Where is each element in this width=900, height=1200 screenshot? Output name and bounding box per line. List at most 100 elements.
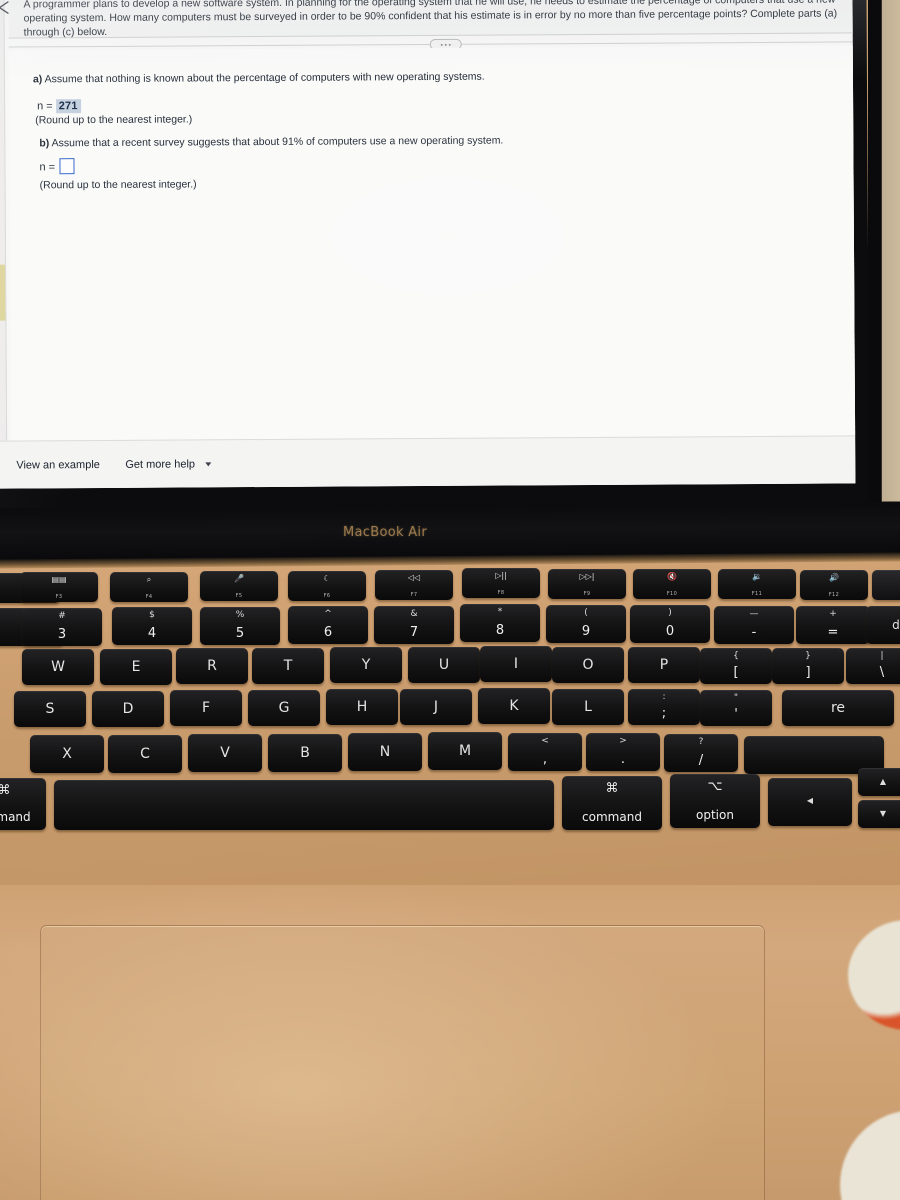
key-minus-shift-label: — xyxy=(749,608,759,619)
key-f7-rewind[interactable]: ◁◁ F7 xyxy=(375,570,453,600)
key-f12-volume-up[interactable]: 🔊 F12 xyxy=(800,569,868,600)
key-i-label: I xyxy=(513,656,519,673)
key-s[interactable]: S xyxy=(14,691,86,727)
get-more-help-link[interactable]: Get more help xyxy=(125,458,195,470)
key-arrow-left[interactable]: ◀ xyxy=(768,778,852,826)
key-comma[interactable]: <, xyxy=(508,732,582,771)
key-i[interactable]: I xyxy=(480,646,552,683)
key-3-shift-label: # xyxy=(58,610,66,621)
key-f6-do-not-disturb[interactable]: ☾ F6 xyxy=(288,570,366,601)
part-a-label: a) xyxy=(32,73,43,86)
key-f-label: F xyxy=(201,700,211,717)
key-0[interactable]: ) 0 xyxy=(630,605,710,644)
key-space[interactable] xyxy=(54,780,554,830)
key-f8-play-pause[interactable]: ▷|| F8 xyxy=(462,568,540,599)
key-bracket-right[interactable]: }] xyxy=(772,648,844,684)
key-m[interactable]: M xyxy=(428,732,502,771)
part-b-answer-row: n = xyxy=(39,158,75,175)
key-command-left[interactable]: ⌘ ommand xyxy=(0,778,46,830)
part-a-answer-field[interactable]: 271 xyxy=(55,99,81,114)
command-glyph-icon: ⌘ xyxy=(605,781,619,796)
key-3[interactable]: #3 xyxy=(22,607,102,646)
trackpad[interactable] xyxy=(40,925,765,1200)
key-b[interactable]: B xyxy=(268,733,342,772)
key-n[interactable]: N xyxy=(348,733,422,772)
key-x-label: X xyxy=(62,746,72,762)
f3-mission-control-icon: ▤▤ xyxy=(51,575,67,585)
key-k-label: K xyxy=(509,698,519,715)
key-f3-mission-control[interactable]: ▤▤ F3 xyxy=(20,572,98,603)
part-b-label: b) xyxy=(39,137,50,150)
key-w[interactable]: W xyxy=(22,649,94,685)
display: A programmer plans to develop a new soft… xyxy=(0,0,856,489)
f5-dictation-label: F5 xyxy=(235,593,243,600)
key-slash[interactable]: ? / xyxy=(664,733,738,772)
part-a-text: Assume that nothing is known about the p… xyxy=(42,70,485,86)
key-c[interactable]: C xyxy=(108,734,182,773)
key-9[interactable]: (9 xyxy=(546,604,626,643)
key-arrow-down[interactable]: ▼ xyxy=(858,800,900,828)
key-option-right[interactable]: ⌥ option xyxy=(670,774,760,828)
key-r[interactable]: R xyxy=(176,648,248,685)
key-touch-id[interactable] xyxy=(872,569,900,600)
key-g[interactable]: G xyxy=(248,689,320,726)
arrow-down-icon: ▼ xyxy=(879,809,887,818)
key-v[interactable]: V xyxy=(188,734,262,773)
key-b-label: B xyxy=(300,744,310,761)
key-d[interactable]: D xyxy=(92,690,164,727)
yellow-side-panel xyxy=(0,264,6,321)
key-g-label: G xyxy=(278,699,290,716)
key-minus[interactable]: — - xyxy=(714,605,794,644)
key-return[interactable]: re xyxy=(782,690,894,726)
key-f5-dictation[interactable]: 🎤 F5 xyxy=(200,571,278,602)
key-k[interactable]: K xyxy=(478,688,550,725)
part-b-answer-input[interactable] xyxy=(59,158,75,175)
key-equals[interactable]: + = xyxy=(796,606,870,644)
key-f[interactable]: F xyxy=(170,690,242,727)
key-f4-spotlight[interactable]: ⌕ F4 xyxy=(110,571,188,602)
key-y[interactable]: Y xyxy=(330,647,402,684)
key-6[interactable]: ^ 6 xyxy=(288,606,368,644)
key-7[interactable]: & 7 xyxy=(374,605,454,644)
key-e[interactable]: E xyxy=(100,648,172,685)
key-backslash[interactable]: | \ xyxy=(846,648,900,685)
key-m-label: M xyxy=(458,743,472,760)
part-a-hint: (Round up to the nearest integer.) xyxy=(35,113,193,127)
key-period-label: . xyxy=(620,752,626,768)
key-j-label: J xyxy=(433,699,439,715)
key-h[interactable]: H xyxy=(326,689,398,726)
key-w-label: W xyxy=(51,659,65,675)
key-8[interactable]: * 8 xyxy=(460,604,540,643)
key-4[interactable]: $4 xyxy=(112,607,192,645)
key-arrow-up[interactable]: ▲ xyxy=(858,768,900,796)
view-an-example-link[interactable]: View an example xyxy=(16,459,100,472)
key-u[interactable]: U xyxy=(408,647,480,683)
key-semicolon[interactable]: :; xyxy=(628,689,700,726)
key-comma-label: , xyxy=(542,751,548,767)
key-bracket-right-label: ] xyxy=(805,665,811,680)
key-0-shift-label: ) xyxy=(668,608,672,619)
key-5[interactable]: % 5 xyxy=(200,606,280,645)
key-4-shift-label: $ xyxy=(149,610,155,620)
key-semicolon-shift-label: : xyxy=(662,692,666,703)
key-f10-mute[interactable]: 🔇 F10 xyxy=(633,568,711,599)
key-minus-label: - xyxy=(751,624,757,640)
f9-fast-forward-icon: ▷▷| xyxy=(579,571,595,581)
key-bracket-left[interactable]: {[ xyxy=(700,647,772,684)
f11-volume-down-icon: 🔉 xyxy=(752,572,762,582)
chevron-down-icon[interactable] xyxy=(205,462,212,467)
key-f11-volume-down[interactable]: 🔉 F11 xyxy=(718,569,796,600)
key-backslash-label: \ xyxy=(879,665,885,681)
key-period[interactable]: >. xyxy=(586,733,660,772)
key-x[interactable]: X xyxy=(30,735,104,773)
key-f9-fast-forward[interactable]: ▷▷| F9 xyxy=(548,568,626,599)
key-l[interactable]: L xyxy=(552,688,624,725)
key-j[interactable]: J xyxy=(400,689,472,725)
part-a-n-label: n = xyxy=(37,100,53,113)
key-p[interactable]: P xyxy=(628,647,700,684)
key-o[interactable]: O xyxy=(552,646,624,683)
key-t[interactable]: T xyxy=(252,647,324,684)
key-command-right[interactable]: ⌘ command xyxy=(562,776,662,830)
key-delete[interactable]: delete xyxy=(866,606,900,645)
key-quote[interactable]: " ' xyxy=(700,689,772,726)
